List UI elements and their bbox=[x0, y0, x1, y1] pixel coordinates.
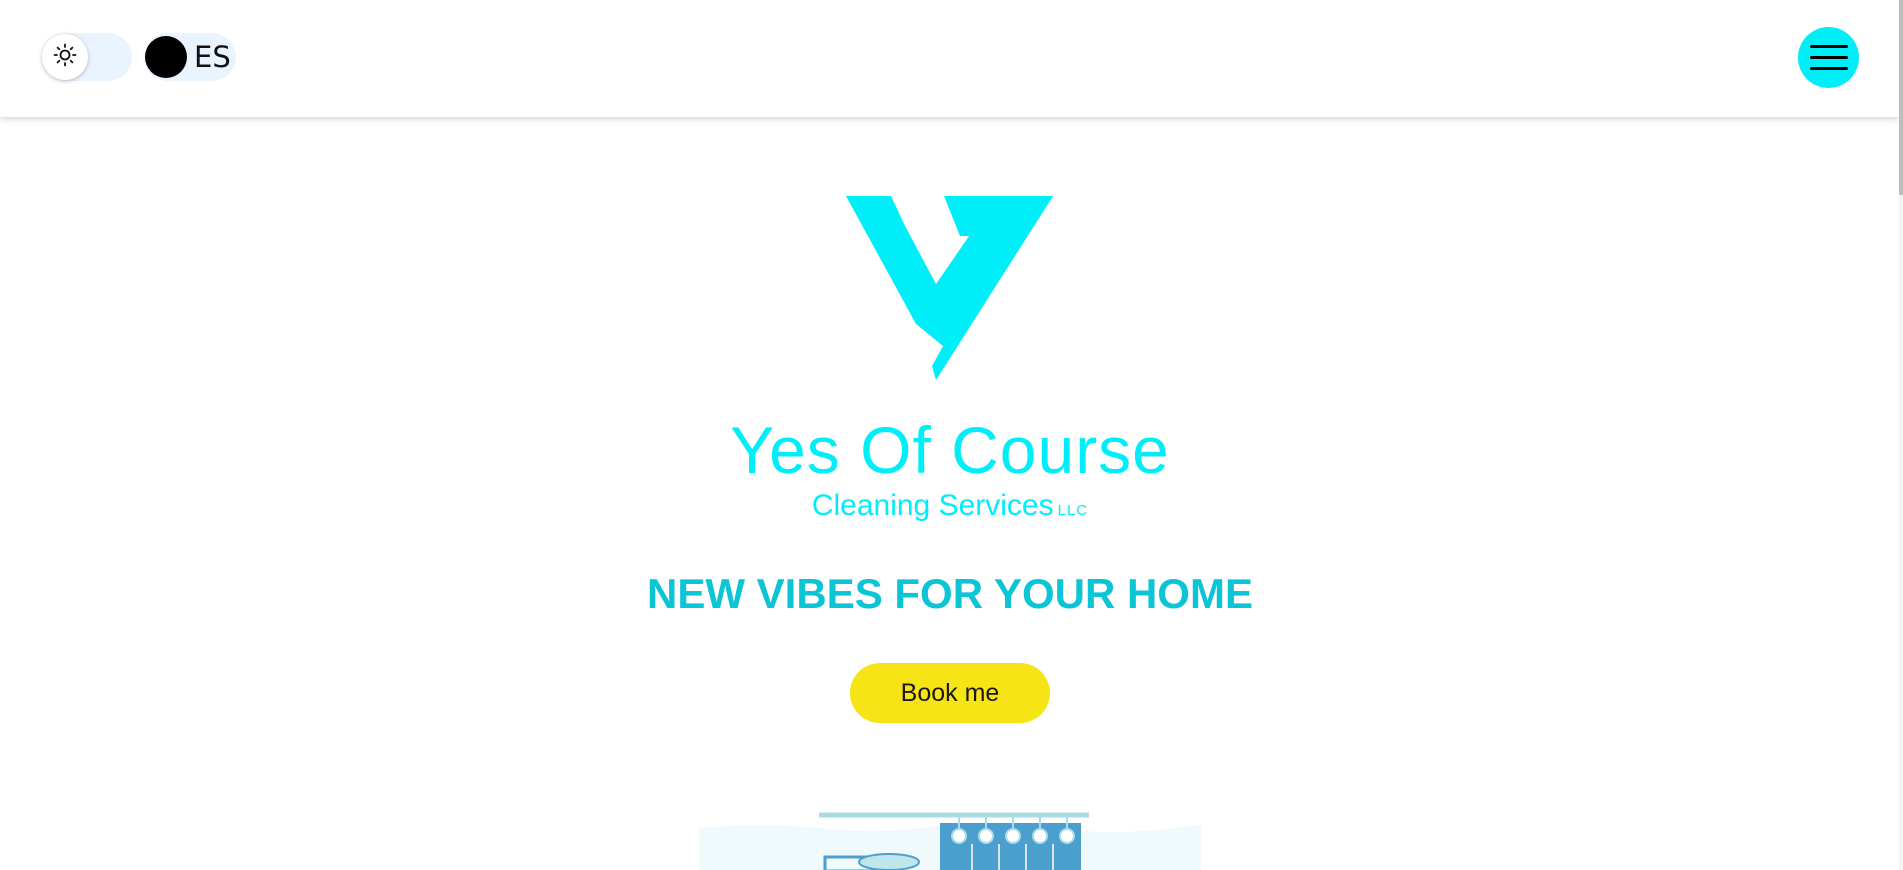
brand-subtitle-line: Cleaning Services LLC bbox=[700, 488, 1200, 529]
brand-name: Yes Of Course bbox=[730, 413, 1170, 487]
book-me-button[interactable]: Book me bbox=[850, 663, 1050, 723]
brand-subtitle: Cleaning Services bbox=[811, 489, 1054, 522]
top-navigation-bar: ES bbox=[0, 0, 1899, 117]
menu-button[interactable] bbox=[1798, 27, 1859, 88]
theme-toggle-knob[interactable] bbox=[42, 34, 88, 80]
brand-suffix: LLC bbox=[1057, 502, 1089, 519]
bathroom-illustration bbox=[699, 812, 1201, 870]
language-toggle[interactable]: ES bbox=[144, 33, 236, 81]
language-toggle-knob[interactable] bbox=[145, 36, 187, 78]
hero-tagline: NEW VIBES FOR YOUR HOME bbox=[647, 570, 1253, 617]
sun-icon bbox=[53, 43, 77, 72]
language-label: ES bbox=[194, 40, 231, 74]
hamburger-icon bbox=[1809, 45, 1848, 48]
hamburger-icon-line bbox=[1809, 67, 1848, 70]
page: ES Yes Of Course Cleaning Services LLC NE… bbox=[0, 0, 1903, 870]
scrollbar-thumb[interactable] bbox=[1899, 0, 1903, 195]
theme-toggle[interactable] bbox=[42, 33, 132, 81]
logo-v-icon bbox=[846, 196, 1053, 380]
hamburger-icon-line bbox=[1809, 56, 1848, 59]
page-scrollbar[interactable] bbox=[1899, 0, 1903, 870]
